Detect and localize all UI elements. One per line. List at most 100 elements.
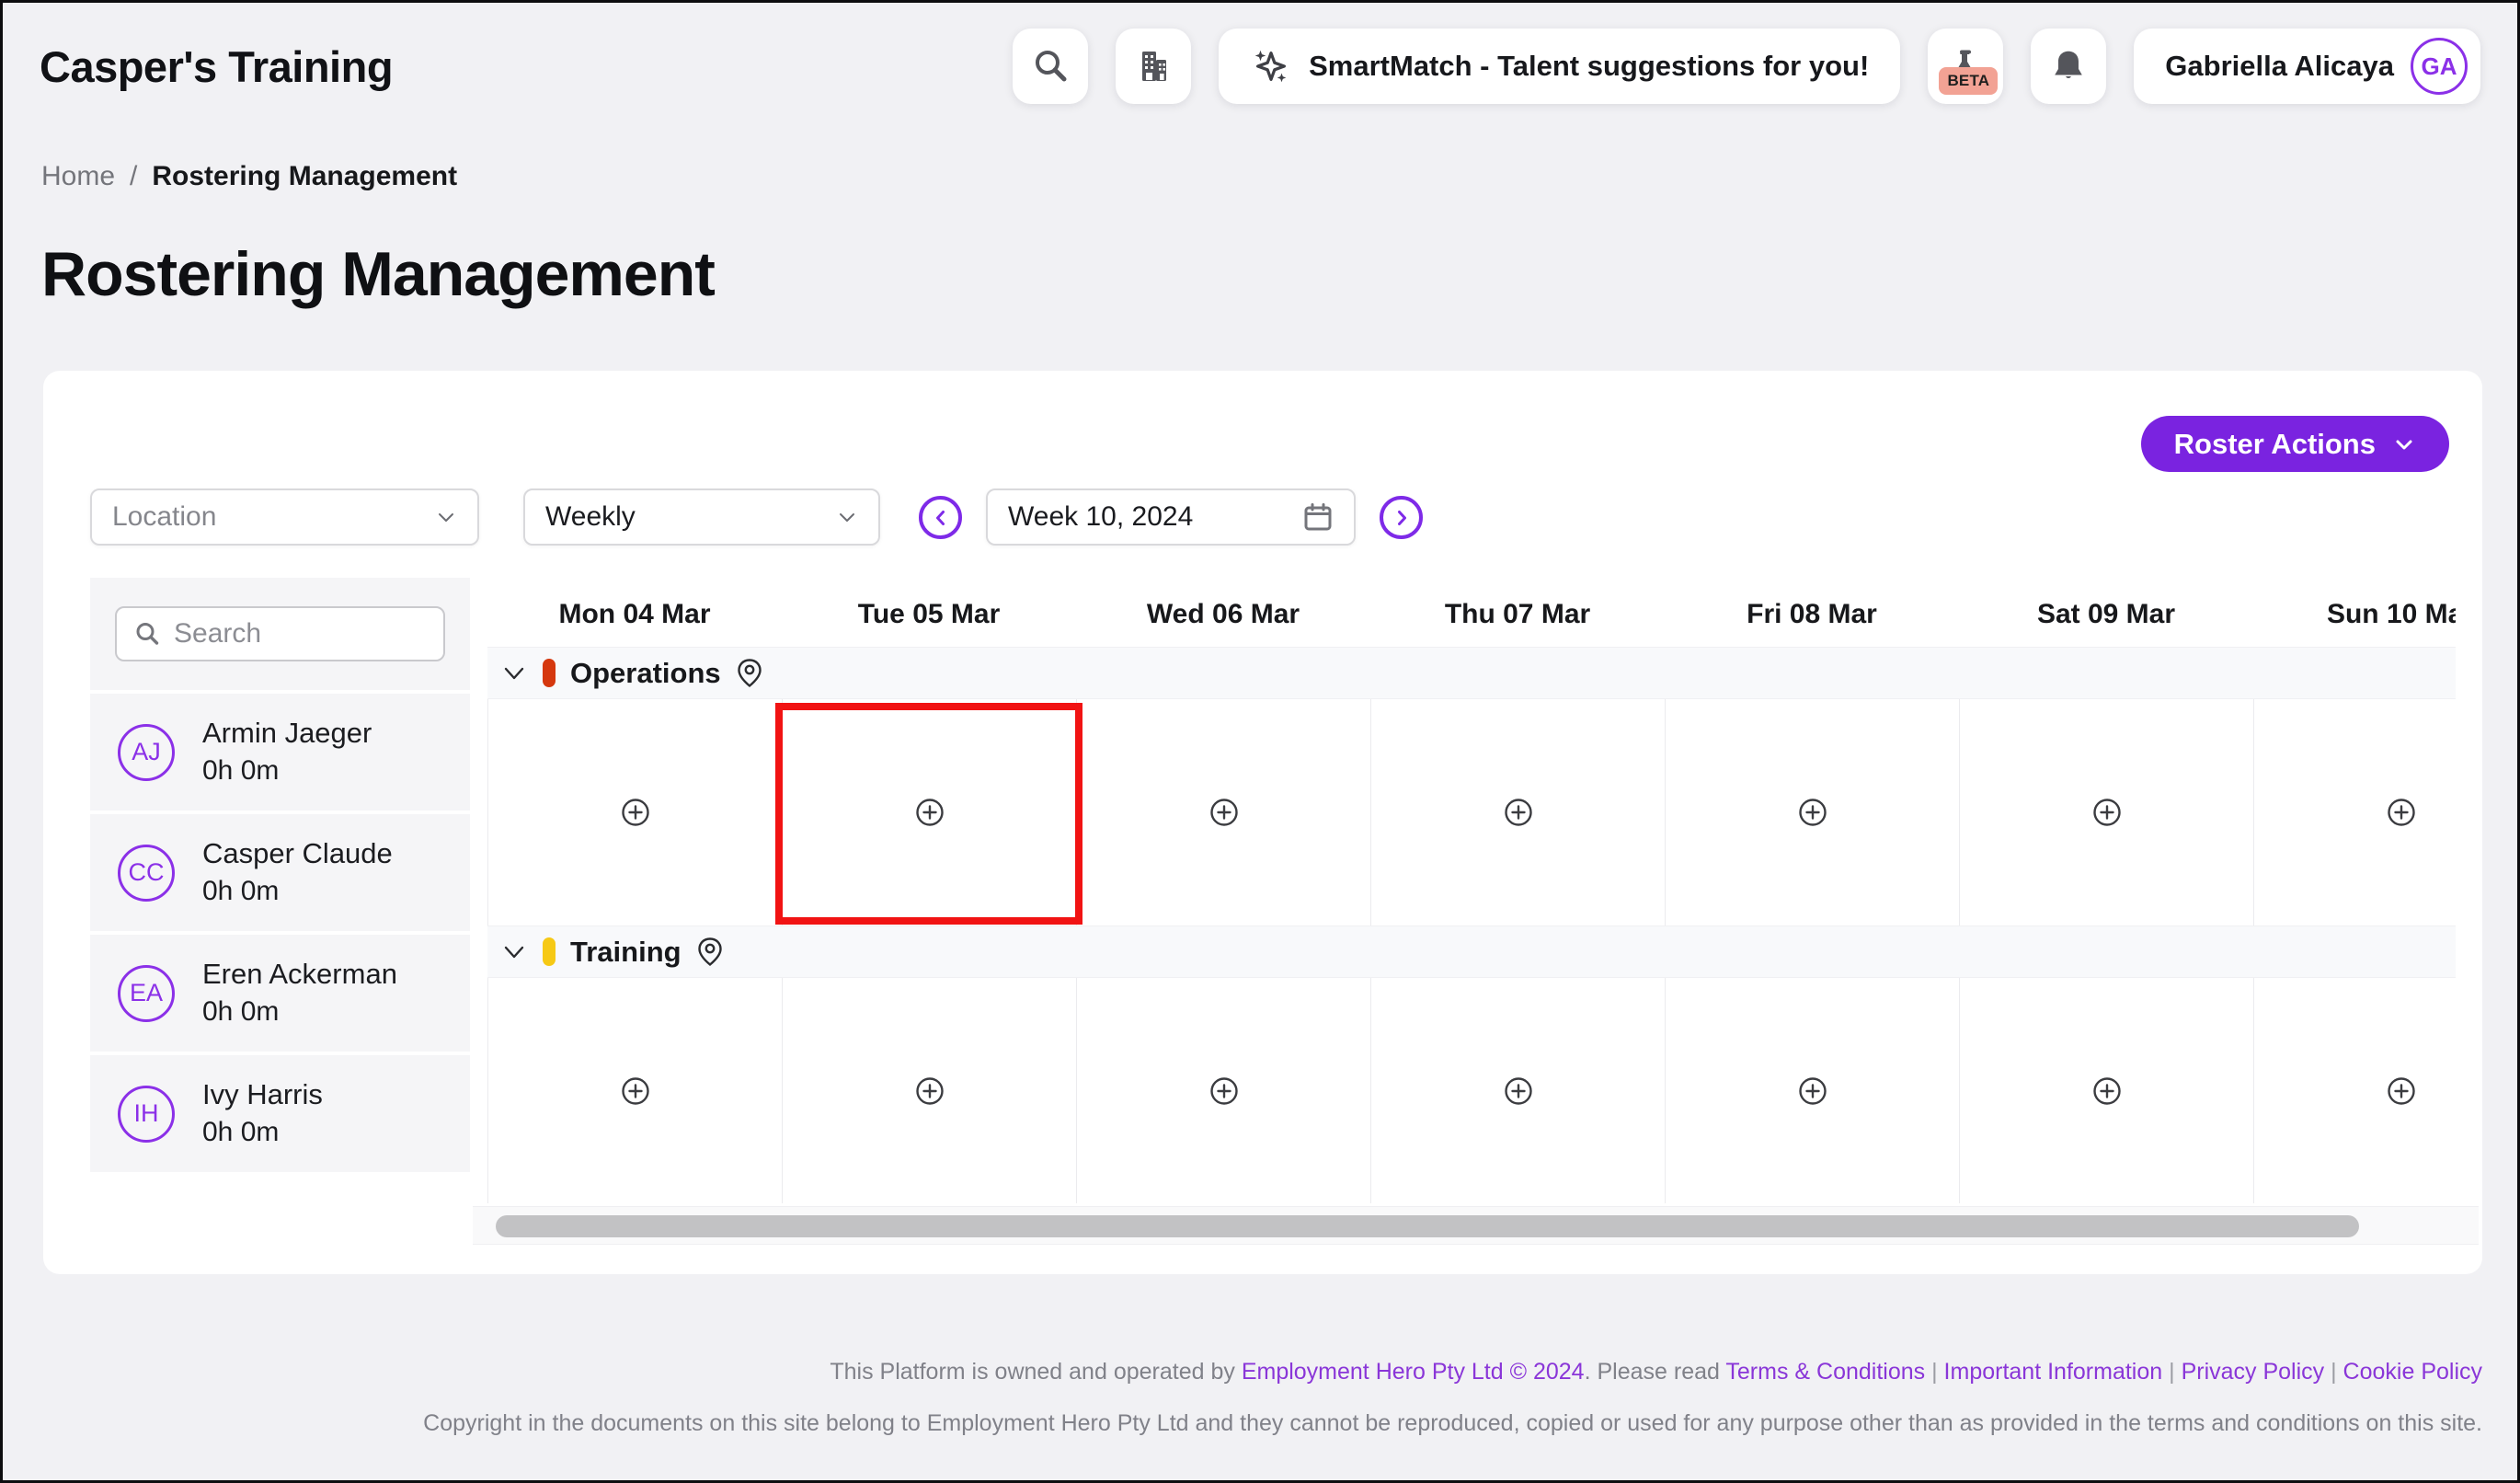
- shift-cell-training[interactable]: [1076, 978, 1370, 1203]
- employee-row[interactable]: CCCasper Claude0h 0m: [90, 814, 470, 931]
- add-shift-icon[interactable]: [621, 798, 650, 827]
- add-shift-icon[interactable]: [2387, 1076, 2416, 1106]
- shift-cell-operations[interactable]: [2253, 699, 2456, 925]
- shift-cell-operations[interactable]: [1076, 699, 1370, 925]
- group-color-tag: [543, 659, 556, 687]
- employee-row[interactable]: AJ Armin Jaeger0h 0m: [90, 694, 470, 810]
- breadcrumb-separator: /: [130, 161, 137, 192]
- add-shift-icon[interactable]: [1504, 1076, 1533, 1106]
- period-select[interactable]: Weekly: [523, 489, 880, 546]
- breadcrumb: Home / Rostering Management: [41, 161, 457, 192]
- employee-search-input[interactable]: [174, 618, 427, 650]
- day-header-row: Mon 04 MarTue 05 MarWed 06 MarThu 07 Mar…: [487, 592, 2456, 647]
- footer-legal-line: This Platform is owned and operated by E…: [423, 1359, 2482, 1385]
- add-shift-icon[interactable]: [2387, 798, 2416, 827]
- add-shift-icon[interactable]: [1209, 798, 1239, 827]
- employee-name: Casper Claude: [202, 834, 393, 873]
- employee-avatar: EA: [118, 965, 175, 1022]
- chevron-right-icon: [1392, 508, 1412, 528]
- footer-text: This Platform is owned and operated by: [830, 1359, 1241, 1385]
- week-picker-value: Week 10, 2024: [1008, 501, 1193, 533]
- employee-avatar: AJ: [118, 724, 175, 781]
- employee-hours: 0h 0m: [202, 994, 397, 1031]
- group-color-tag: [543, 937, 556, 966]
- employee-row[interactable]: IHIvy Harris0h 0m: [90, 1055, 470, 1172]
- employee-name: Armin Jaeger: [202, 714, 372, 753]
- organisation-button[interactable]: [1116, 29, 1191, 104]
- labs-button[interactable]: BETA: [1928, 29, 2003, 104]
- location-select[interactable]: Location: [90, 489, 479, 546]
- location-pin-icon[interactable]: [736, 658, 763, 689]
- notifications-button[interactable]: [2031, 29, 2106, 104]
- footer-link[interactable]: Terms & Conditions: [1725, 1359, 1925, 1385]
- week-picker[interactable]: Week 10, 2024: [986, 489, 1356, 546]
- shift-cell-operations[interactable]: [1959, 699, 2253, 925]
- shift-cell-operations[interactable]: [1665, 699, 1959, 925]
- next-week-button[interactable]: [1380, 496, 1423, 539]
- topbar-actions: SmartMatch - Talent suggestions for you!…: [1013, 29, 2480, 104]
- collapse-chevron-icon[interactable]: [500, 938, 528, 966]
- shift-cell-training[interactable]: [1370, 978, 1665, 1203]
- add-shift-icon[interactable]: [1504, 798, 1533, 827]
- horizontal-scrollbar-thumb[interactable]: [496, 1215, 2359, 1237]
- footer-company-link[interactable]: Employment Hero Pty Ltd © 2024: [1242, 1359, 1585, 1385]
- add-shift-icon[interactable]: [915, 1076, 945, 1106]
- shift-cell-training[interactable]: [1959, 978, 2253, 1203]
- breadcrumb-home-link[interactable]: Home: [41, 161, 115, 192]
- group-name: Training: [570, 936, 682, 969]
- roster-actions-button[interactable]: Roster Actions: [2141, 416, 2449, 472]
- employee-search-box[interactable]: [115, 606, 445, 661]
- add-shift-icon[interactable]: [1798, 1076, 1827, 1106]
- group-band-operations: Operations: [487, 647, 2456, 699]
- shift-cell-operations[interactable]: [1370, 699, 1665, 925]
- shift-cell-operations[interactable]: [782, 699, 1076, 925]
- employee-hours: 0h 0m: [202, 753, 372, 790]
- employee-list: AJArmin Jaeger0h 0mCCCasper Claude0h 0mE…: [90, 694, 470, 1172]
- group-cells-row: [487, 699, 2456, 925]
- location-pin-icon[interactable]: [696, 937, 724, 968]
- shift-cell-training[interactable]: [782, 978, 1076, 1203]
- add-shift-icon[interactable]: [2092, 798, 2122, 827]
- building-icon: [1133, 46, 1174, 86]
- add-shift-icon[interactable]: [1798, 798, 1827, 827]
- shift-cell-training[interactable]: [1665, 978, 1959, 1203]
- chevron-down-icon: [435, 506, 457, 528]
- user-menu[interactable]: Gabriella Alicaya GA: [2134, 29, 2480, 104]
- day-header: Sat 09 Mar: [1959, 592, 2253, 647]
- previous-week-button[interactable]: [919, 496, 962, 539]
- day-header: Fri 08 Mar: [1665, 592, 1959, 647]
- footer-text: . Please read: [1585, 1359, 1726, 1385]
- search-button[interactable]: [1013, 29, 1088, 104]
- chevron-left-icon: [931, 508, 951, 528]
- employee-row[interactable]: EA Eren Ackerman0h 0m: [90, 935, 470, 1052]
- chevron-down-icon: [2392, 432, 2416, 456]
- add-shift-icon[interactable]: [915, 798, 945, 827]
- period-select-value: Weekly: [545, 501, 636, 533]
- horizontal-scrollbar-track[interactable]: [473, 1206, 2479, 1245]
- roster-card: Roster Actions Location Weekly Week 10, …: [43, 371, 2482, 1274]
- footer-link[interactable]: Privacy Policy: [2182, 1359, 2325, 1385]
- shift-cell-operations[interactable]: [487, 699, 782, 925]
- bell-icon: [2049, 47, 2088, 86]
- footer-link[interactable]: Cookie Policy: [2343, 1359, 2482, 1385]
- add-shift-icon[interactable]: [621, 1076, 650, 1106]
- add-shift-icon[interactable]: [2092, 1076, 2122, 1106]
- collapse-chevron-icon[interactable]: [500, 660, 528, 687]
- group-cells-row: [487, 978, 2456, 1203]
- footer-separator: |: [1925, 1359, 1943, 1385]
- footer-separator: |: [2162, 1359, 2181, 1385]
- breadcrumb-current: Rostering Management: [152, 161, 457, 192]
- day-header: Sun 10 Mar: [2253, 592, 2456, 647]
- calendar-icon: [1302, 501, 1334, 533]
- smartmatch-banner[interactable]: SmartMatch - Talent suggestions for you!: [1219, 29, 1900, 104]
- group-name: Operations: [570, 657, 721, 690]
- employee-name: Ivy Harris: [202, 1075, 323, 1114]
- shift-cell-training[interactable]: [487, 978, 782, 1203]
- search-icon: [133, 620, 161, 648]
- employee-avatar: CC: [118, 845, 175, 902]
- employee-name: Eren Ackerman: [202, 955, 397, 994]
- shift-cell-training[interactable]: [2253, 978, 2456, 1203]
- footer-link[interactable]: Important Information: [1944, 1359, 2163, 1385]
- search-icon: [1031, 47, 1070, 86]
- add-shift-icon[interactable]: [1209, 1076, 1239, 1106]
